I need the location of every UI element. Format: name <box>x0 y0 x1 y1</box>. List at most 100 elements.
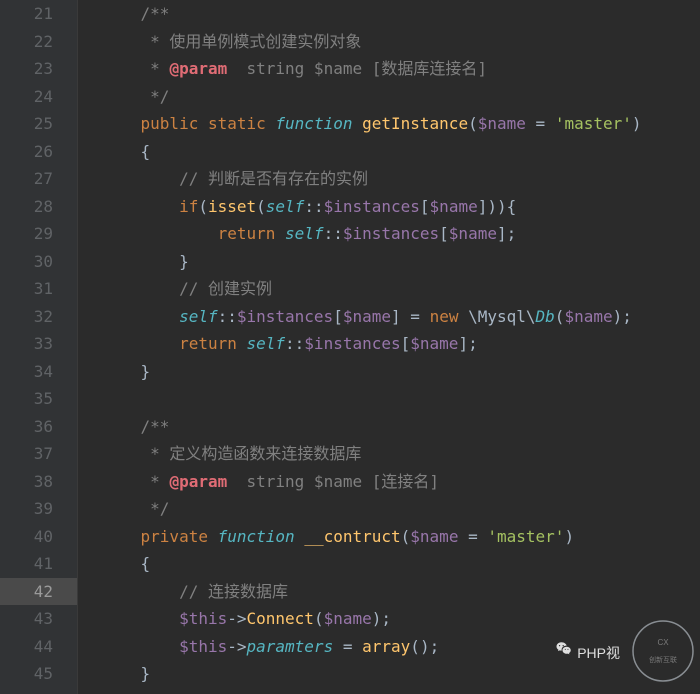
token-self: self <box>266 197 305 216</box>
token-op: ] <box>458 334 468 353</box>
code-line[interactable]: { <box>102 138 700 166</box>
code-line[interactable]: return self::$instances[$name]; <box>102 220 700 248</box>
token-func: function <box>275 114 352 133</box>
line-number: 25 <box>0 110 53 138</box>
line-number: 38 <box>0 468 53 496</box>
token-brace: { <box>507 197 517 216</box>
token-plain <box>401 307 411 326</box>
line-number: 32 <box>0 303 53 331</box>
wechat-icon <box>555 640 573 668</box>
token-plain <box>198 114 208 133</box>
token-keyword: return <box>179 334 237 353</box>
token-plain <box>102 334 179 353</box>
token-plain <box>102 444 141 463</box>
line-number: 44 <box>0 633 53 661</box>
token-op: [ <box>439 224 449 243</box>
token-paren: ) <box>497 197 507 216</box>
token-plain: \Mysql\ <box>458 307 535 326</box>
code-line[interactable]: if(isset(self::$instances[$name])){ <box>102 193 700 221</box>
svg-text:CX: CX <box>657 638 669 647</box>
token-keyword: new <box>430 307 459 326</box>
code-line[interactable]: // 判断是否有存在的实例 <box>102 165 700 193</box>
token-op: -> <box>227 637 246 656</box>
code-line[interactable]: */ <box>102 83 700 111</box>
token-plain <box>102 59 141 78</box>
token-op: :: <box>324 224 343 243</box>
token-ann: @param <box>169 59 227 78</box>
line-number: 23 <box>0 55 53 83</box>
token-plain <box>545 114 555 133</box>
token-op: :: <box>218 307 237 326</box>
code-line[interactable]: // 创建实例 <box>102 275 700 303</box>
token-op: :: <box>285 334 304 353</box>
svg-text:创新互联: 创新互联 <box>649 655 677 664</box>
token-keyword: public <box>141 114 199 133</box>
code-line[interactable]: self::$instances[$name] = new \Mysql\Db(… <box>102 303 700 331</box>
line-number: 30 <box>0 248 53 276</box>
token-plain <box>102 224 218 243</box>
code-line[interactable]: * 使用单例模式创建实例对象 <box>102 28 700 56</box>
token-plain <box>102 637 179 656</box>
token-var: $instances <box>304 334 400 353</box>
token-plain <box>478 527 488 546</box>
code-line[interactable]: // 连接数据库 <box>102 578 700 606</box>
token-comment: */ <box>141 499 170 518</box>
token-fname: getInstance <box>362 114 468 133</box>
line-number: 34 <box>0 358 53 386</box>
token-var: $name <box>343 307 391 326</box>
wechat-watermark-text: PHP视 <box>577 640 620 668</box>
token-plain <box>102 417 141 436</box>
token-var: $name <box>449 224 497 243</box>
token-var: $instances <box>343 224 439 243</box>
code-line[interactable]: /** <box>102 0 700 28</box>
token-paren: ( <box>555 307 565 326</box>
line-number: 35 <box>0 385 53 413</box>
wechat-watermark: PHP视 <box>555 640 620 668</box>
token-op: :: <box>304 197 323 216</box>
token-plain <box>102 307 179 326</box>
line-number: 39 <box>0 495 53 523</box>
code-line[interactable] <box>102 385 700 413</box>
code-line[interactable]: * 定义构造函数来连接数据库 <box>102 440 700 468</box>
token-op: [ <box>333 307 343 326</box>
line-number: 33 <box>0 330 53 358</box>
code-line[interactable]: * @param string $name [数据库连接名] <box>102 55 700 83</box>
code-line[interactable]: return self::$instances[$name]; <box>102 330 700 358</box>
code-line[interactable]: */ <box>102 495 700 523</box>
code-line[interactable]: * @param string $name [连接名] <box>102 468 700 496</box>
token-paren: ) <box>613 307 623 326</box>
token-keyword: static <box>208 114 266 133</box>
token-var: $name <box>430 197 478 216</box>
token-paren: ( <box>468 114 478 133</box>
token-plain <box>102 472 141 491</box>
code-line[interactable]: $this->Connect($name); <box>102 605 700 633</box>
token-op: = <box>536 114 546 133</box>
token-plain <box>102 554 141 573</box>
token-op: ; <box>430 637 440 656</box>
code-line[interactable]: { <box>102 550 700 578</box>
token-plain <box>102 4 141 23</box>
line-number: 40 <box>0 523 53 551</box>
token-comment: // 创建实例 <box>179 279 272 298</box>
token-fname: array <box>362 637 410 656</box>
token-paren: ) <box>632 114 642 133</box>
code-area[interactable]: /** * 使用单例模式创建实例对象 * @param string $name… <box>78 0 700 694</box>
line-number: 27 <box>0 165 53 193</box>
token-comment: /** <box>141 4 170 23</box>
code-line[interactable]: /** <box>102 413 700 441</box>
token-plain <box>102 142 141 161</box>
token-plain <box>102 527 141 546</box>
code-line[interactable]: public static function getInstance($name… <box>102 110 700 138</box>
code-line[interactable]: } <box>102 248 700 276</box>
token-paren: ) <box>420 637 430 656</box>
token-fname: __contruct <box>304 527 400 546</box>
code-line[interactable]: } <box>102 358 700 386</box>
token-plain <box>102 252 179 271</box>
token-op: [ <box>401 334 411 353</box>
token-plain <box>102 582 179 601</box>
token-plain <box>102 609 179 628</box>
token-comment: * 定义构造函数来连接数据库 <box>141 444 362 463</box>
code-line[interactable]: private function __contruct($name = 'mas… <box>102 523 700 551</box>
token-op: ] <box>478 197 488 216</box>
token-self: self <box>285 224 324 243</box>
